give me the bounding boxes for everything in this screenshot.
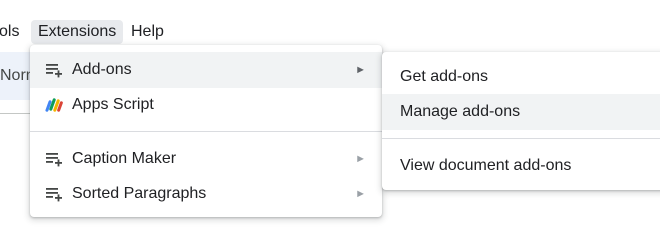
- menu-item-label: Sorted Paragraphs: [72, 185, 207, 202]
- menu-item-manage-add-ons[interactable]: Manage add-ons: [382, 94, 660, 130]
- menu-item-view-document-add-ons[interactable]: View document add-ons: [382, 148, 660, 184]
- submenu-arrow-icon: ►: [355, 64, 366, 76]
- menu-item-caption-maker[interactable]: Caption Maker ►: [30, 141, 382, 177]
- menu-item-label: Apps Script: [72, 96, 154, 113]
- menu-separator: [382, 138, 660, 139]
- add-list-icon: [46, 153, 62, 167]
- menu-item-label: View document add-ons: [400, 157, 572, 174]
- menu-separator: [30, 131, 382, 132]
- submenu-arrow-icon: ►: [355, 153, 366, 165]
- menubar-extensions[interactable]: Extensions: [31, 20, 124, 44]
- menubar-help[interactable]: Help: [124, 20, 171, 44]
- menu-item-label: Get add-ons: [400, 68, 489, 85]
- menubar-tools[interactable]: ols: [0, 20, 26, 44]
- add-list-icon: [46, 64, 62, 78]
- menu-item-add-ons[interactable]: Add-ons ►: [30, 52, 382, 88]
- menu-item-sorted-paragraphs[interactable]: Sorted Paragraphs ►: [30, 176, 382, 212]
- apps-script-icon: [45, 98, 63, 112]
- menu-item-label: Add-ons: [72, 61, 132, 78]
- submenu-arrow-icon: ►: [355, 188, 366, 200]
- menu-item-apps-script[interactable]: Apps Script: [30, 87, 382, 123]
- extensions-menu: Add-ons ► Apps Script Caption Maker ► So…: [30, 45, 382, 217]
- menu-item-label: Manage add-ons: [400, 103, 521, 120]
- add-list-icon: [46, 188, 62, 202]
- add-ons-submenu: Get add-ons Manage add-ons View document…: [382, 52, 660, 190]
- menu-item-label: Caption Maker: [72, 150, 177, 167]
- menu-item-get-add-ons[interactable]: Get add-ons: [382, 59, 660, 95]
- menu-bar: ols Extensions Help: [0, 18, 660, 46]
